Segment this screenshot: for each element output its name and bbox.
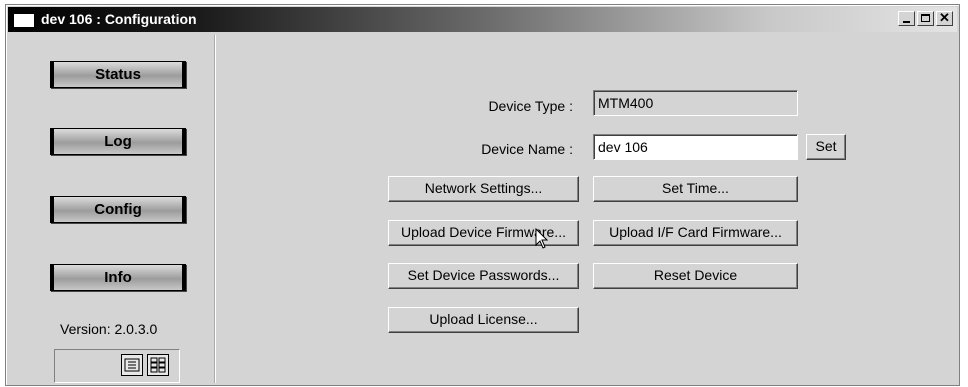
status-button[interactable]: Status bbox=[50, 61, 186, 88]
device-name-input[interactable] bbox=[593, 134, 798, 160]
grid-view-glyph bbox=[150, 357, 166, 373]
window-icon bbox=[13, 13, 35, 28]
list-view-icon[interactable] bbox=[121, 354, 143, 376]
upload-device-firmware-button[interactable]: Upload Device Firmware... bbox=[388, 220, 579, 246]
upload-license-button[interactable]: Upload License... bbox=[388, 307, 579, 333]
set-name-button[interactable]: Set bbox=[806, 134, 846, 160]
set-time-button[interactable]: Set Time... bbox=[593, 176, 798, 202]
config-button[interactable]: Config bbox=[50, 196, 186, 223]
list-view-glyph bbox=[124, 358, 140, 372]
device-type-label: Device Type : bbox=[488, 98, 573, 114]
window-controls: ✕ bbox=[896, 10, 953, 26]
info-button[interactable]: Info bbox=[50, 264, 186, 291]
maximize-button[interactable] bbox=[917, 11, 934, 26]
maximize-icon bbox=[921, 14, 930, 22]
config-panel: Device Type : MTM400 Device Name : Set N… bbox=[218, 35, 957, 383]
title-bar[interactable]: dev 106 : Configuration ✕ bbox=[8, 7, 957, 32]
network-settings-button[interactable]: Network Settings... bbox=[388, 176, 579, 202]
grid-view-icon[interactable] bbox=[147, 354, 169, 376]
device-type-field: MTM400 bbox=[593, 90, 798, 116]
log-button[interactable]: Log bbox=[50, 128, 186, 155]
configuration-window: dev 106 : Configuration ✕ Status Log Con… bbox=[5, 4, 960, 386]
mouse-cursor-icon bbox=[535, 228, 549, 249]
sidebar: Status Log Config Info Version: 2.0.3.0 bbox=[8, 35, 216, 383]
upload-if-card-firmware-button[interactable]: Upload I/F Card Firmware... bbox=[593, 220, 798, 246]
reset-device-button[interactable]: Reset Device bbox=[593, 263, 798, 289]
set-device-passwords-button[interactable]: Set Device Passwords... bbox=[388, 263, 579, 289]
close-button[interactable]: ✕ bbox=[936, 10, 953, 26]
version-text: Version: 2.0.3.0 bbox=[60, 321, 158, 337]
view-toggle bbox=[54, 349, 180, 383]
minimize-button[interactable] bbox=[898, 11, 915, 26]
device-name-label: Device Name : bbox=[481, 141, 573, 157]
close-icon: ✕ bbox=[939, 10, 950, 25]
window-title: dev 106 : Configuration bbox=[41, 11, 197, 27]
minimize-icon bbox=[903, 21, 910, 23]
